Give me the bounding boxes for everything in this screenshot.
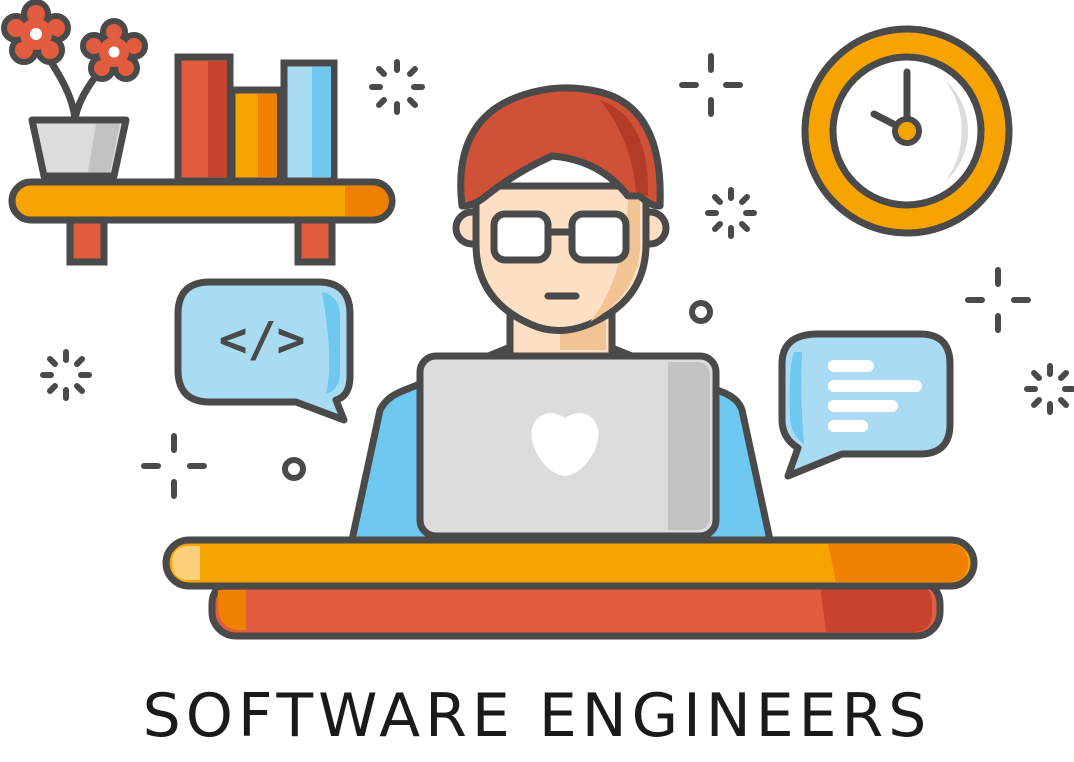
code-speech-bubble-icon: </> bbox=[174, 278, 354, 424]
flower-right bbox=[80, 18, 148, 82]
illustration-stage: </> bbox=[0, 0, 1074, 757]
wall-shelf-icon bbox=[8, 178, 396, 266]
text-speech-bubble-icon bbox=[778, 330, 954, 480]
caption-title: SOFTWARE ENGINEERS bbox=[142, 681, 932, 751]
code-symbol-text: </> bbox=[219, 312, 306, 368]
desk-icon bbox=[162, 536, 978, 640]
wall-clock-icon bbox=[801, 25, 1013, 237]
flower-left bbox=[1, 0, 71, 65]
books-icon bbox=[174, 53, 338, 185]
laptop-icon bbox=[416, 352, 720, 540]
flower-pot-icon bbox=[1, 0, 148, 180]
software-engineer-illustration: </> bbox=[1, 0, 1074, 640]
